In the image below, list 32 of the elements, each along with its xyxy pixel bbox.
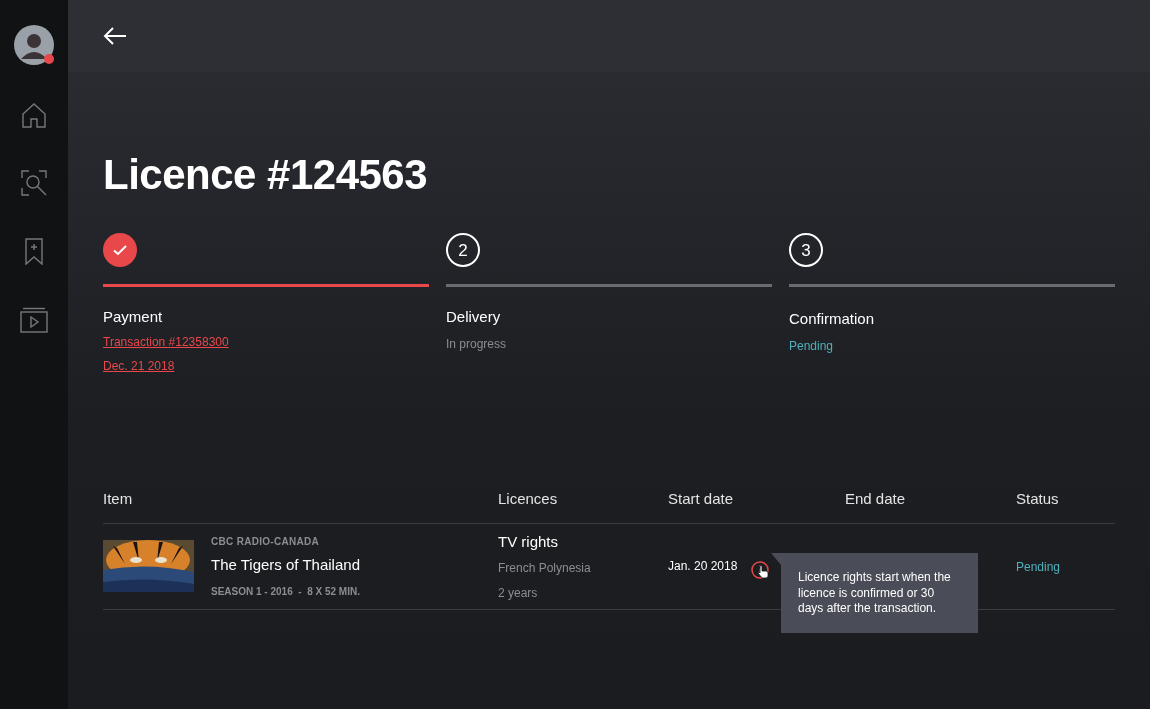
program-details: SEASON 1 - 2016 - 8 X 52 MIN.: [211, 584, 360, 599]
avatar[interactable]: [14, 25, 54, 65]
status-text: Pending: [1016, 560, 1061, 575]
start-date: Jan. 20 2018: [668, 558, 738, 576]
step-status: In progress: [446, 335, 508, 353]
step-link[interactable]: Transaction #12358300: [103, 333, 229, 350]
column-header: End date: [845, 489, 906, 507]
home-icon[interactable]: [21, 102, 47, 128]
column-header: Item: [103, 489, 133, 507]
notification-dot: [44, 54, 54, 64]
step-label: Confirmation: [789, 309, 876, 330]
column-header: Start date: [668, 489, 734, 507]
tooltip: Licence rights start when the licence is confirmed or 30 days after the transaction.: [771, 553, 978, 633]
back-arrow-icon[interactable]: [103, 27, 127, 45]
step-link[interactable]: Dec. 21 2018: [103, 357, 175, 374]
column-header: Status: [1016, 489, 1059, 507]
licence-duration: 2 years: [498, 584, 539, 602]
column-header: Licences: [498, 489, 558, 507]
licence-region: French Polynesia: [498, 559, 592, 577]
pointer-cursor-icon: [757, 565, 770, 580]
step-number: 2: [446, 233, 480, 268]
step-label: Delivery: [446, 307, 502, 328]
program-title: The Tigers of Thailand: [211, 555, 360, 576]
step-label: Payment: [103, 307, 164, 328]
step-status: Pending: [789, 337, 835, 355]
licence-type: TV rights: [498, 532, 559, 553]
channel-name: CBC RADIO-CANADA: [211, 535, 321, 550]
search-icon[interactable]: [21, 170, 47, 196]
bookmark-add-icon[interactable]: [24, 238, 44, 265]
video-library-icon[interactable]: [20, 307, 48, 333]
page-title: Licence #124563: [103, 150, 429, 200]
step-number: 3: [789, 233, 823, 268]
